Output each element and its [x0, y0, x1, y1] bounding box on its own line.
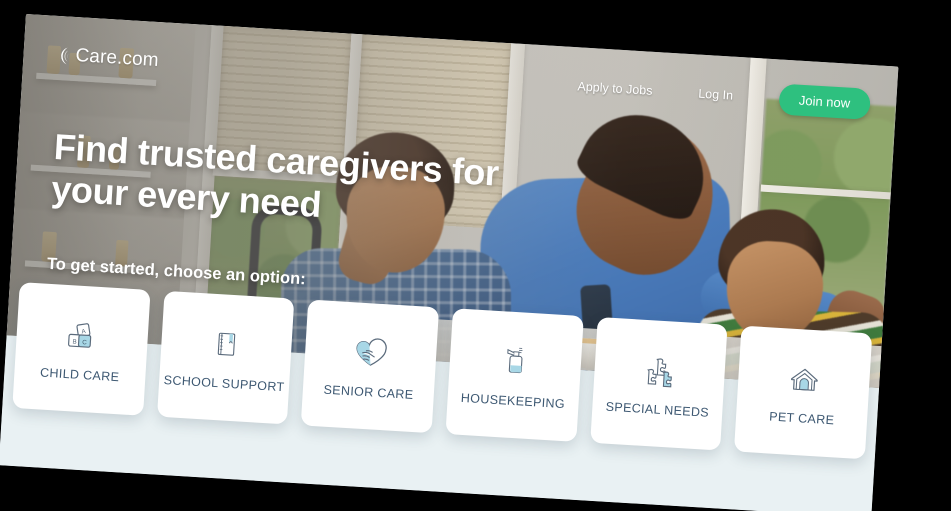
- category-label: CHILD CARE: [39, 365, 120, 385]
- hero-copy: Find trusted caregivers for your every n…: [46, 126, 554, 304]
- join-now-button[interactable]: Join now: [778, 82, 872, 120]
- category-card-child-care[interactable]: A B C CHILD CARE: [12, 282, 151, 416]
- svg-text:C: C: [82, 339, 87, 346]
- category-card-special-needs[interactable]: SPECIAL NEEDS: [589, 316, 728, 451]
- site-logo-text: Care.com: [74, 45, 160, 72]
- category-label: HOUSEKEEPING: [460, 390, 566, 412]
- category-card-housekeeping[interactable]: HOUSEKEEPING: [445, 308, 584, 442]
- puzzle-pieces-icon: [640, 350, 680, 392]
- category-card-senior-care[interactable]: SENIOR CARE: [301, 299, 440, 434]
- log-in-link[interactable]: Log In: [698, 87, 734, 103]
- spray-bottle-icon: [497, 341, 533, 383]
- heart-hands-icon: [350, 332, 392, 374]
- apply-to-jobs-link[interactable]: Apply to Jobs: [577, 79, 653, 97]
- category-label: PET CARE: [768, 409, 835, 428]
- category-label: SCHOOL SUPPORT: [163, 372, 285, 395]
- care-crescent-icon: [53, 44, 75, 66]
- category-card-pet-care[interactable]: PET CARE: [734, 325, 873, 460]
- category-label: SPECIAL NEEDS: [605, 399, 710, 420]
- browser-page: Care.com Apply to Jobs Log In Join now F…: [0, 14, 899, 511]
- category-card-school-support[interactable]: SCHOOL SUPPORT: [156, 290, 295, 425]
- screenshot-stage: Care.com Apply to Jobs Log In Join now F…: [0, 0, 951, 511]
- pet-house-icon: [786, 358, 822, 400]
- site-logo[interactable]: Care.com: [53, 44, 159, 72]
- svg-text:B: B: [73, 339, 78, 346]
- header-nav: Apply to Jobs Log In Join now: [577, 71, 872, 120]
- abc-blocks-icon: A B C: [63, 315, 101, 357]
- notebook-icon: [208, 324, 244, 366]
- category-label: SENIOR CARE: [323, 382, 414, 402]
